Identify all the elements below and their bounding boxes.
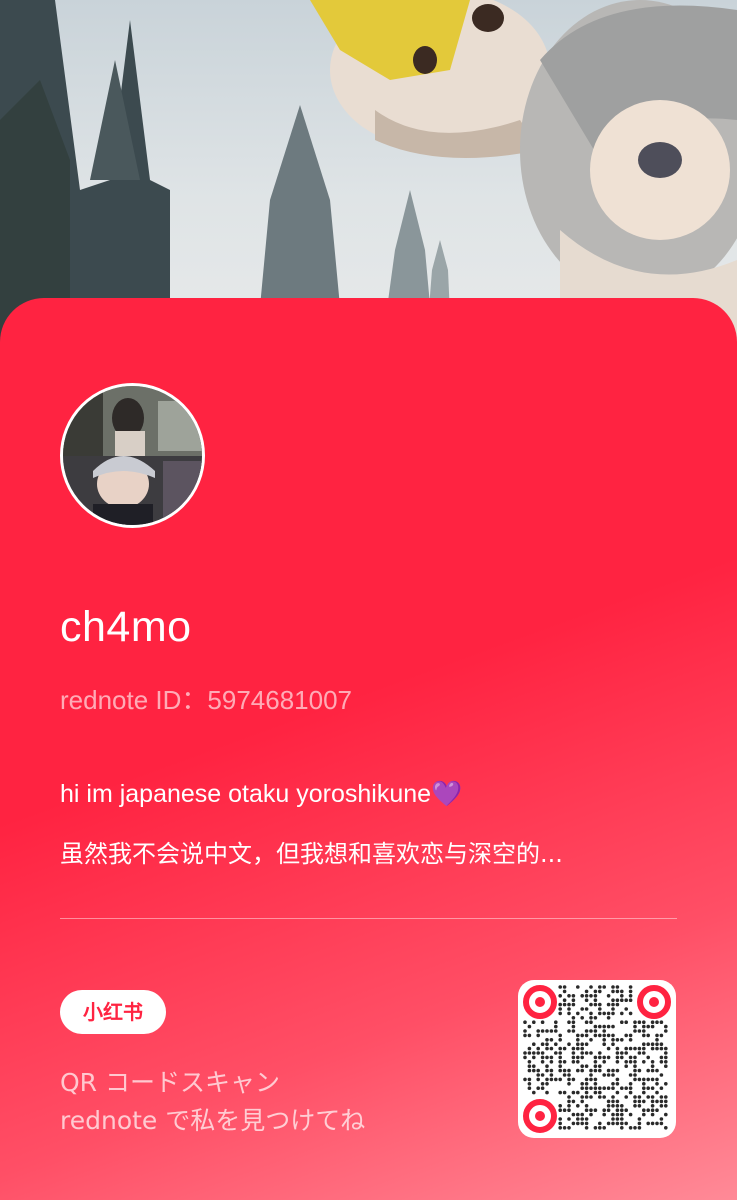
scan-instruction-2: rednote で私を見つけてね <box>60 1106 366 1135</box>
profile-card: ch4mo rednote ID：5974681007 hi im japane… <box>0 298 737 1200</box>
rednote-id: rednote ID：5974681007 <box>60 685 353 715</box>
purple-heart-icon: 💜 <box>431 780 463 808</box>
bio-line-1: hi im japanese otaku yoroshikune💜 <box>60 780 462 809</box>
qr-code-pattern <box>523 985 671 1133</box>
bio-text-1: hi im japanese otaku yoroshikune <box>60 780 432 808</box>
scan-instruction-1: QR コードスキャン <box>60 1068 280 1097</box>
username: ch4mo <box>60 603 192 651</box>
xiaohongshu-logo: 小红书 <box>60 990 166 1034</box>
qr-code-icon[interactable] <box>518 980 676 1138</box>
divider <box>60 918 677 919</box>
avatar-photo <box>63 386 202 525</box>
bio-line-2: 虽然我不会说中文，但我想和喜欢恋与深空的... <box>60 840 563 868</box>
avatar[interactable] <box>60 383 205 528</box>
